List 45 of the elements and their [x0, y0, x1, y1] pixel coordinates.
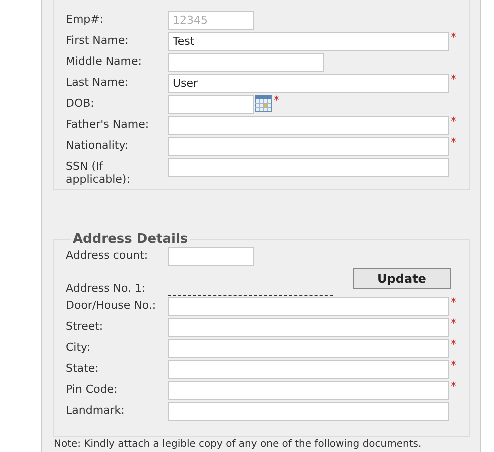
text-field[interactable]	[168, 381, 449, 400]
text-field[interactable]	[168, 137, 449, 156]
text-field[interactable]	[168, 360, 449, 379]
field-label: Emp#:	[66, 12, 105, 26]
field-label: SSN (If applicable):	[66, 159, 132, 186]
field-label: Pin Code:	[66, 382, 119, 398]
required-mark: *	[451, 73, 456, 86]
text-field[interactable]: User	[168, 74, 449, 93]
update-button[interactable]: Update	[353, 268, 451, 289]
field-label: Father's Name:	[66, 117, 150, 131]
field-label: Door/House No.:	[66, 298, 158, 314]
text-field[interactable]	[168, 95, 254, 114]
field-label: Nationality:	[66, 138, 130, 152]
text-field[interactable]	[168, 158, 449, 177]
field-label: Last Name:	[66, 75, 130, 89]
required-mark: *	[451, 115, 456, 128]
required-mark: *	[451, 380, 456, 393]
text-field[interactable]	[168, 339, 449, 358]
section-title: Address Details	[72, 232, 190, 247]
text-field[interactable]: Test	[168, 32, 449, 51]
required-mark: *	[451, 31, 456, 44]
text-field[interactable]	[168, 318, 449, 337]
field-label: Middle Name:	[66, 54, 143, 68]
field-label: Landmark:	[66, 403, 126, 419]
text-field[interactable]	[168, 53, 324, 72]
field-label: State:	[66, 361, 100, 377]
text-field[interactable]	[168, 402, 449, 421]
calendar-icon[interactable]	[255, 95, 272, 112]
required-mark: *	[451, 338, 456, 351]
required-mark: *	[451, 296, 456, 309]
field-label: First Name:	[66, 33, 130, 47]
note-text: Note: Kindly attach a legible copy of any one of the following documents.	[54, 439, 423, 451]
required-mark: *	[451, 317, 456, 330]
text-field[interactable]: 12345	[168, 11, 254, 30]
required-mark: *	[451, 136, 456, 149]
text-field[interactable]	[168, 247, 254, 266]
field-label: Address count:	[66, 248, 150, 264]
field-label: DOB:	[66, 96, 96, 110]
required-mark: *	[274, 94, 280, 107]
required-mark: *	[451, 359, 456, 372]
field-label: Street:	[66, 319, 104, 335]
text-field[interactable]	[168, 297, 449, 316]
field-label: City:	[66, 340, 92, 356]
address-heading: Address No. 1:	[66, 281, 147, 297]
text-field[interactable]	[168, 116, 449, 135]
